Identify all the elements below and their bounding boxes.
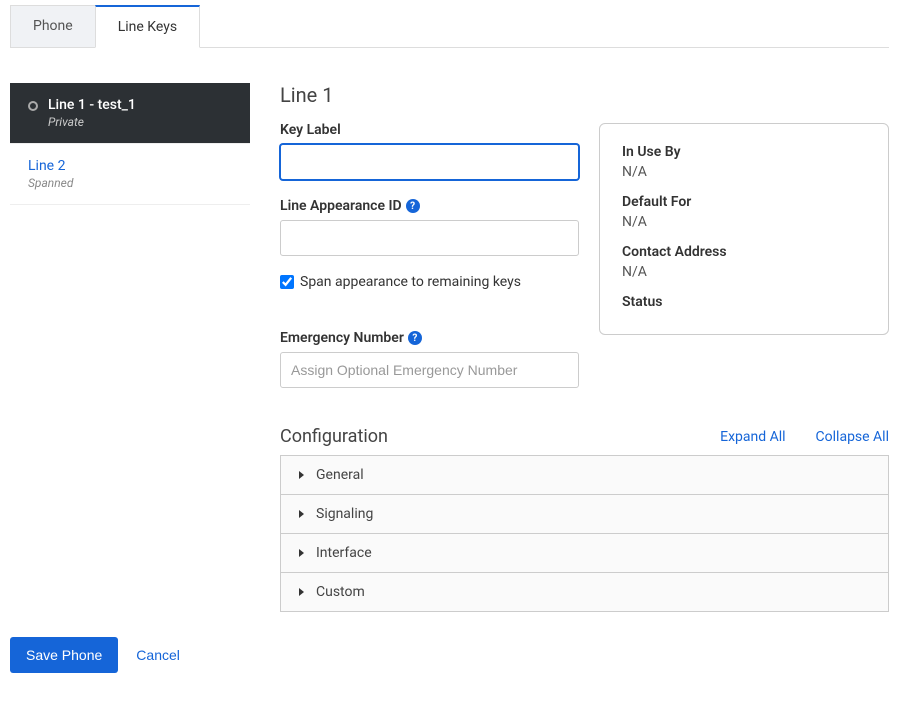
contact-address-value: N/A [622, 264, 866, 280]
sidebar-item-title: Line 1 - test_1 [48, 97, 136, 113]
save-button[interactable]: Save Phone [10, 637, 118, 673]
tabs-bar: Phone Line Keys [10, 5, 889, 48]
footer: Save Phone Cancel [0, 612, 899, 688]
accordion-label: General [316, 467, 364, 483]
span-checkbox-label: Span appearance to remaining keys [300, 274, 521, 290]
radio-icon [28, 101, 38, 111]
line-sidebar: Line 1 - test_1 Private Line 2 Spanned [10, 83, 250, 612]
accordion-label: Signaling [316, 506, 373, 522]
sidebar-item-line2[interactable]: Line 2 Spanned [10, 144, 250, 205]
tab-phone[interactable]: Phone [10, 5, 95, 47]
status-label: Status [622, 294, 866, 310]
in-use-by-label: In Use By [622, 144, 866, 160]
in-use-by-value: N/A [622, 164, 866, 180]
key-label-label: Key Label [280, 122, 579, 138]
key-label-input[interactable] [280, 144, 579, 180]
sidebar-item-title: Line 2 [28, 158, 232, 174]
info-card: In Use By N/A Default For N/A Contact Ad… [599, 123, 889, 335]
sidebar-item-subtitle: Spanned [28, 176, 232, 190]
accordion-general[interactable]: General [281, 456, 888, 495]
accordion-label: Custom [316, 584, 365, 600]
accordion-custom[interactable]: Custom [281, 573, 888, 611]
sidebar-item-subtitle: Private [48, 115, 136, 129]
emergency-number-input[interactable] [280, 352, 579, 388]
line-appearance-id-text: Line Appearance ID [280, 198, 402, 214]
accordion-label: Interface [316, 545, 372, 561]
caret-right-icon [299, 510, 304, 518]
tab-line-keys[interactable]: Line Keys [95, 5, 200, 48]
accordion-interface[interactable]: Interface [281, 534, 888, 573]
configuration-heading: Configuration [280, 426, 388, 447]
contact-address-label: Contact Address [622, 244, 866, 260]
caret-right-icon [299, 471, 304, 479]
collapse-all-link[interactable]: Collapse All [816, 429, 889, 445]
help-icon[interactable]: ? [406, 199, 420, 213]
expand-all-link[interactable]: Expand All [720, 429, 785, 445]
default-for-label: Default For [622, 194, 866, 210]
emergency-number-label: Emergency Number ? [280, 330, 579, 346]
cancel-button[interactable]: Cancel [136, 647, 180, 663]
accordion-signaling[interactable]: Signaling [281, 495, 888, 534]
line-appearance-id-label: Line Appearance ID ? [280, 198, 579, 214]
sidebar-item-line1[interactable]: Line 1 - test_1 Private [10, 83, 250, 144]
help-icon[interactable]: ? [408, 331, 422, 345]
default-for-value: N/A [622, 214, 866, 230]
caret-right-icon [299, 549, 304, 557]
config-accordion: General Signaling Interface Custom [280, 455, 889, 612]
caret-right-icon [299, 588, 304, 596]
emergency-number-text: Emergency Number [280, 330, 404, 346]
line-appearance-id-input[interactable] [280, 220, 579, 256]
span-checkbox[interactable] [280, 275, 294, 289]
page-title: Line 1 [280, 83, 579, 107]
